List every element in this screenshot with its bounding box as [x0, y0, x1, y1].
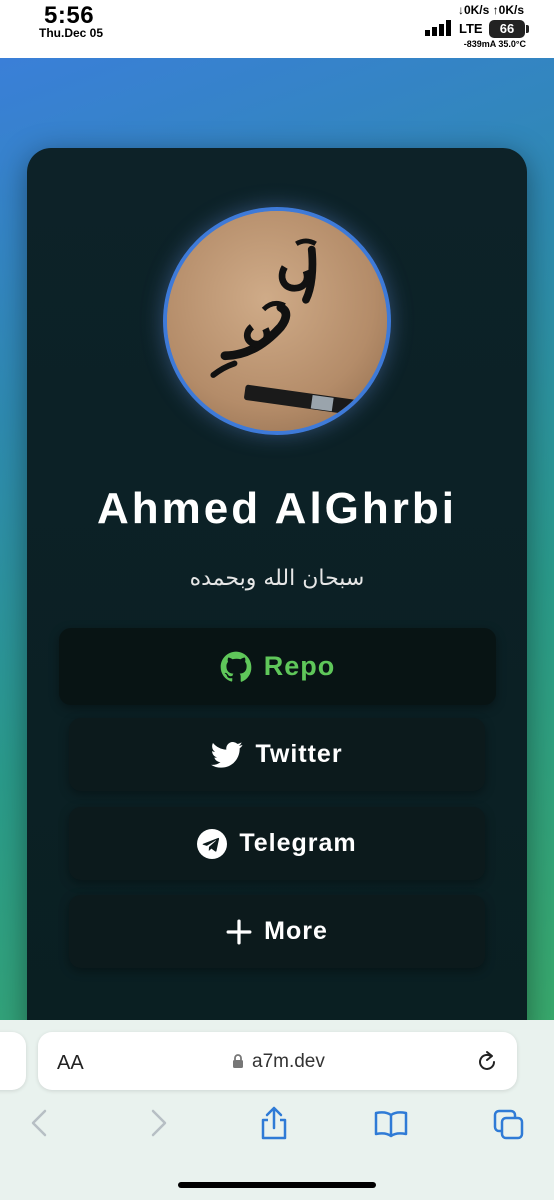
- back-icon[interactable]: [30, 1108, 48, 1138]
- status-bar: 5:56 Thu.Dec 05 ↓0K/s ↑0K/s LTE 66 -839m…: [0, 0, 554, 58]
- plus-icon: [226, 919, 252, 944]
- power-readout: -839mA 35.0°C: [463, 39, 526, 49]
- profile-name: Ahmed AlGhrbi: [96, 484, 458, 533]
- text-size-button[interactable]: AA: [57, 1052, 84, 1075]
- github-icon: [220, 651, 252, 682]
- battery-icon: 66: [489, 20, 529, 38]
- avatar: [163, 207, 391, 435]
- profile-subtitle: سبحان الله وبحمده: [189, 566, 365, 591]
- telegram-icon: [197, 828, 228, 859]
- calligraphy-avatar-image: [167, 211, 387, 431]
- twitter-button[interactable]: Twitter: [69, 718, 485, 791]
- status-date: Thu.Dec 05: [39, 26, 104, 40]
- network-type: LTE: [459, 21, 483, 36]
- telegram-button[interactable]: Telegram: [69, 807, 485, 880]
- repo-label: Repo: [263, 651, 336, 681]
- telegram-label: Telegram: [239, 829, 357, 857]
- twitter-icon: [211, 741, 243, 768]
- url-text[interactable]: a7m.dev: [252, 1051, 325, 1073]
- text-size-label: AA: [57, 1052, 84, 1074]
- bookmarks-icon[interactable]: [374, 1110, 408, 1138]
- share-icon[interactable]: [259, 1106, 289, 1140]
- twitter-label: Twitter: [255, 740, 343, 768]
- more-label: More: [264, 917, 328, 945]
- previous-tab-preview[interactable]: [0, 1032, 26, 1090]
- tabs-icon[interactable]: [493, 1109, 525, 1141]
- more-button[interactable]: More: [69, 895, 485, 968]
- network-speed: ↓0K/s ↑0K/s: [457, 3, 524, 17]
- lock-icon: [233, 1054, 243, 1068]
- forward-icon[interactable]: [150, 1108, 168, 1138]
- repo-button[interactable]: Repo: [59, 628, 496, 705]
- home-indicator: [178, 1182, 376, 1188]
- reload-icon[interactable]: [476, 1050, 498, 1074]
- signal-icon: [425, 20, 451, 36]
